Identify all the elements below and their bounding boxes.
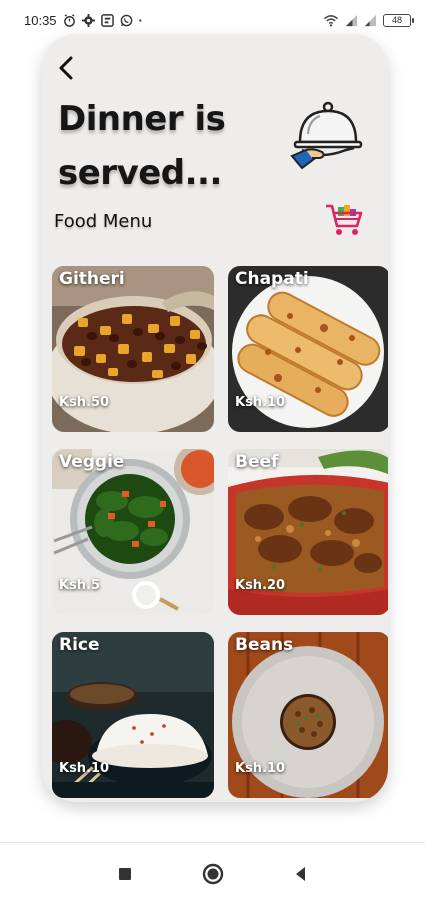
- wifi-icon: [324, 14, 338, 27]
- shopping-cart-icon[interactable]: [324, 200, 364, 240]
- food-price: Ksh.20: [235, 578, 286, 593]
- home-circle-icon[interactable]: [202, 863, 224, 885]
- notification-app-icon: [100, 13, 114, 27]
- battery-indicator: 48: [383, 13, 414, 27]
- dinner-card: Dinner is served... Food Menu Githeri Ks…: [42, 34, 388, 802]
- food-menu-heading: Food Menu: [54, 211, 153, 232]
- food-name: Beans: [235, 635, 294, 655]
- signal-icon: [345, 14, 358, 26]
- food-card-githeri[interactable]: Githeri Ksh.50: [52, 266, 214, 432]
- back-arrow-icon[interactable]: [54, 54, 78, 82]
- food-price: Ksh.10: [235, 395, 286, 410]
- food-card-beef[interactable]: Beef Ksh.20: [228, 449, 388, 615]
- food-card-beans[interactable]: Beans Ksh.10: [228, 632, 388, 798]
- battery-level: 48: [391, 15, 402, 25]
- system-nav-bar: [0, 842, 425, 900]
- food-price: Ksh.5: [59, 578, 101, 593]
- food-name: Veggie: [59, 452, 125, 472]
- status-time: 10:35: [24, 12, 57, 28]
- signal-secondary-icon: [364, 14, 377, 26]
- serving-cloche-icon: [290, 101, 363, 170]
- recents-square-icon[interactable]: [114, 863, 136, 885]
- food-price: Ksh.50: [59, 395, 110, 410]
- food-price: Ksh.10: [59, 761, 110, 776]
- food-card-rice[interactable]: Rice Ksh.10: [52, 632, 214, 798]
- food-name: Githeri: [59, 269, 125, 289]
- food-name: Rice: [59, 635, 100, 655]
- settings-gear-icon: [81, 13, 95, 27]
- food-price: Ksh.10: [235, 761, 286, 776]
- food-card-chapati[interactable]: Chapati Ksh.10: [228, 266, 388, 432]
- back-triangle-icon[interactable]: [290, 863, 312, 885]
- alarm-icon: [63, 13, 75, 27]
- page-title-line-1: Dinner is: [58, 99, 226, 139]
- page-title-line-2: served...: [58, 153, 222, 193]
- food-name: Beef: [235, 452, 279, 472]
- page-title: Dinner is served...: [58, 92, 278, 200]
- food-card-veggie[interactable]: Veggie Ksh.5: [52, 449, 214, 615]
- whatsapp-icon: [120, 14, 132, 26]
- food-name: Chapati: [235, 269, 309, 289]
- status-dot: ·: [138, 12, 143, 28]
